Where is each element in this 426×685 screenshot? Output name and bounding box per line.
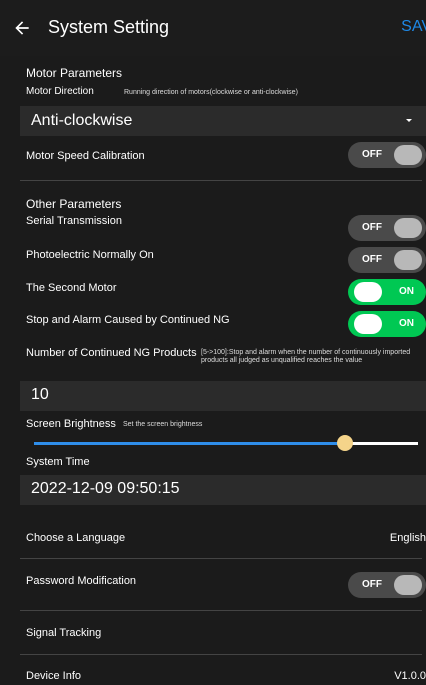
screen-brightness-label: Screen Brightness bbox=[26, 418, 116, 430]
ng-products-label: Number of Continued NG Products bbox=[26, 347, 197, 359]
serial-transmission-label: Serial Transmission bbox=[26, 215, 122, 227]
toggle-state-text: OFF bbox=[362, 254, 382, 265]
slider-knob[interactable] bbox=[337, 435, 353, 451]
ng-products-hint: [5->100]:Stop and alarm when the number … bbox=[201, 349, 411, 364]
caret-down-icon bbox=[406, 119, 412, 122]
app-bar: System Setting SAV bbox=[0, 0, 426, 56]
divider bbox=[20, 180, 422, 181]
signal-tracking-item[interactable]: Signal Tracking bbox=[26, 627, 101, 639]
toggle-state-text: OFF bbox=[362, 222, 382, 233]
password-modification-label: Password Modification bbox=[26, 575, 137, 587]
system-time-value: 2022-12-09 09:50:15 bbox=[31, 480, 180, 497]
save-button[interactable]: SAV bbox=[401, 18, 426, 36]
password-modification-toggle[interactable]: OFF bbox=[348, 572, 426, 598]
motor-speed-calibration-label: Motor Speed Calibration bbox=[26, 150, 145, 162]
divider bbox=[20, 654, 422, 655]
slider-track-rest bbox=[345, 442, 418, 445]
divider bbox=[20, 610, 422, 611]
divider bbox=[20, 558, 422, 559]
back-arrow-icon[interactable] bbox=[12, 18, 32, 38]
toggle-state-text: ON bbox=[399, 286, 414, 297]
slider-track-filled bbox=[34, 442, 345, 445]
serial-transmission-toggle[interactable]: OFF bbox=[348, 215, 426, 241]
stop-alarm-toggle[interactable]: ON bbox=[348, 311, 426, 337]
photoelectric-toggle[interactable]: OFF bbox=[348, 247, 426, 273]
brightness-slider[interactable] bbox=[34, 435, 418, 453]
page-title: System Setting bbox=[48, 17, 170, 37]
device-info-value: V1.0.0 bbox=[394, 670, 426, 682]
motor-direction-select[interactable]: Anti-clockwise bbox=[20, 106, 426, 136]
toggle-knob bbox=[394, 145, 422, 165]
toggle-state-text: OFF bbox=[362, 579, 382, 590]
settings-content: Motor Parameters Motor Direction Running… bbox=[0, 56, 426, 685]
toggle-knob bbox=[394, 575, 422, 595]
motor-direction-value: Anti-clockwise bbox=[31, 112, 133, 129]
toggle-state-text: ON bbox=[399, 318, 414, 329]
toggle-knob bbox=[354, 314, 382, 334]
second-motor-toggle[interactable]: ON bbox=[348, 279, 426, 305]
toggle-state-text: OFF bbox=[362, 149, 382, 160]
system-time-label: System Time bbox=[26, 456, 90, 468]
ng-products-value: 10 bbox=[31, 386, 49, 403]
language-label: Choose a Language bbox=[26, 532, 126, 544]
screen-brightness-hint: Set the screen brightness bbox=[123, 421, 203, 428]
device-info-label: Device Info bbox=[26, 670, 82, 682]
motor-direction-label: Motor Direction bbox=[26, 86, 94, 97]
ng-products-input[interactable]: 10 bbox=[20, 381, 426, 411]
second-motor-label: The Second Motor bbox=[26, 282, 117, 294]
motor-section-title: Motor Parameters bbox=[26, 66, 123, 80]
motor-speed-calibration-toggle[interactable]: OFF bbox=[348, 142, 426, 168]
stop-alarm-label: Stop and Alarm Caused by Continued NG bbox=[26, 314, 230, 326]
system-time-input[interactable]: 2022-12-09 09:50:15 bbox=[20, 475, 426, 505]
motor-direction-hint: Running direction of motors(clockwise or… bbox=[124, 89, 298, 96]
toggle-knob bbox=[354, 282, 382, 302]
toggle-knob bbox=[394, 218, 422, 238]
toggle-knob bbox=[394, 250, 422, 270]
language-value[interactable]: English bbox=[390, 532, 426, 544]
other-section-title: Other Parameters bbox=[26, 197, 122, 211]
photoelectric-label: Photoelectric Normally On bbox=[26, 249, 154, 261]
